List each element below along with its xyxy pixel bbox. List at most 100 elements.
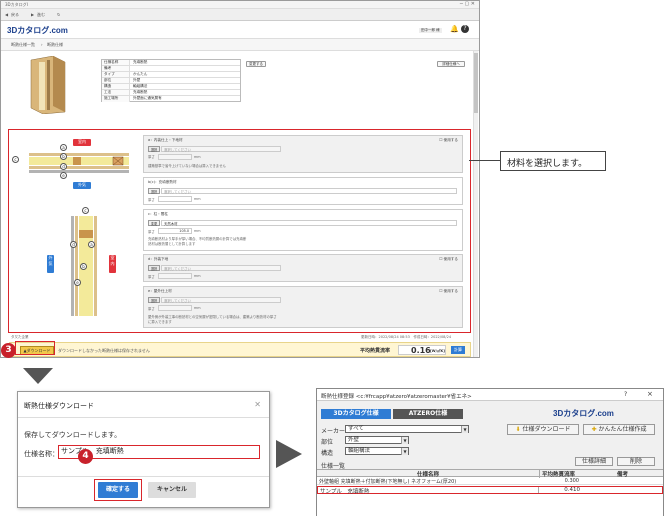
- info-key: 部位: [102, 78, 130, 83]
- dialog-title: 断熱仕様ダウンロード: [24, 402, 94, 410]
- forward-icon[interactable]: ▶: [31, 12, 34, 17]
- chevron-down-icon[interactable]: ▼: [401, 448, 408, 455]
- scrollbar-thumb[interactable]: [474, 53, 478, 113]
- struct-select[interactable]: 軸組構法 ▼: [345, 447, 409, 455]
- easy-spec-label: かんたん仕様作成: [598, 426, 647, 433]
- info-key: 構造: [102, 84, 130, 89]
- table-row[interactable]: 外壁軸組 充填断熱＋付加断熱(下地無し) ネオフォーム(厚20) 0.300: [317, 478, 663, 485]
- sub-title: 断熱仕様登録 <c:¥frcapp¥atzero¥atzeromaster¥省エ…: [321, 394, 472, 400]
- tab-atzero[interactable]: ATZERO仕様: [393, 409, 463, 419]
- struct-label: 構造: [321, 450, 334, 457]
- cancel-button[interactable]: キャンセル: [148, 482, 196, 498]
- easy-spec-button[interactable]: ✚ かんたん仕様作成: [583, 424, 655, 435]
- browser-toolbar: ◀ 戻る ▶ 進む ↻: [1, 9, 479, 21]
- avg-value: 0.16: [411, 346, 431, 355]
- col-avg: 平均熱貫流率: [539, 470, 589, 478]
- part-select[interactable]: 外壁 ▼: [345, 436, 409, 444]
- back-icon[interactable]: ◀: [5, 12, 8, 17]
- row-value: 0.300: [564, 478, 579, 484]
- chevron-down-icon[interactable]: ▼: [401, 437, 408, 444]
- material-highlight-box: [8, 129, 471, 333]
- app-header: 3Dカタログ.com 田中一郎 様 🔔 ?: [1, 21, 479, 39]
- struct-value: 軸組構法: [348, 448, 371, 454]
- right-arrow: [276, 440, 302, 470]
- browser-window: 3DカタログI ─ ▢ ✕ ◀ 戻る ▶ 進む ↻ 3Dカタログ.com 田中一…: [0, 0, 480, 358]
- info-key: 仕様名称: [102, 60, 130, 65]
- sub-title-bar: 断熱仕様登録 <c:¥frcapp¥atzero¥atzeromaster¥省エ…: [317, 389, 663, 401]
- plus-icon: ✚: [591, 426, 597, 433]
- close-icon[interactable]: ✕: [254, 400, 261, 409]
- spec-download-label: 仕様ダウンロード: [522, 426, 571, 433]
- calc-button[interactable]: 計算: [451, 346, 465, 354]
- name-label: 仕様名称：: [24, 450, 59, 458]
- info-key: 施工場所: [102, 96, 130, 102]
- table-header: 仕様名称 平均熱貫流率 備考: [317, 470, 663, 478]
- meta-left: タ又た企業: [11, 335, 29, 339]
- down-arrow: [23, 368, 53, 386]
- spec-list-table: 仕様名称 平均熱貫流率 備考 外壁軸組 充填断熱＋付加断熱(下地無し) ネオフォ…: [317, 469, 663, 516]
- divider: [18, 476, 269, 477]
- info-value: 軸組構法: [133, 84, 148, 88]
- window-controls[interactable]: ─ ▢ ✕: [460, 1, 475, 7]
- crumb-separator: ›: [41, 42, 43, 47]
- change-button[interactable]: 変更する: [246, 61, 266, 67]
- bell-icon[interactable]: 🔔: [450, 25, 459, 33]
- spec-detail-button[interactable]: 仕様詳細: [575, 457, 613, 466]
- download-dialog: 断熱仕様ダウンロード ✕ 保存してダウンロードします。 仕様名称： サンプル 充…: [17, 391, 270, 508]
- tab-3d-catalog[interactable]: 3Dカタログ仕様: [321, 409, 391, 419]
- callout-box: 材料を選択します。: [500, 151, 606, 171]
- info-key: 備考: [102, 66, 130, 71]
- detail-spec-button[interactable]: 詳細仕様へ: [437, 61, 465, 67]
- info-value: かんたん: [133, 72, 148, 76]
- user-name[interactable]: 田中一郎 様: [419, 28, 442, 33]
- maker-value: すべて: [348, 426, 364, 432]
- crumb-spec: 断熱仕様: [47, 42, 63, 47]
- window-title: 3DカタログI: [5, 2, 28, 7]
- scrollbar[interactable]: [473, 51, 478, 357]
- info-value: [130, 66, 133, 71]
- forward-label[interactable]: 進む: [37, 12, 45, 18]
- info-key: 工法: [102, 90, 130, 95]
- meta-dates: 更新日時：2022/08/24 08:53 作成日時：2022/08/24: [361, 335, 452, 339]
- download-message: ダウンロードしなかった断熱仕様は保存されません: [58, 348, 150, 353]
- wall-thumbnail: [23, 55, 73, 115]
- col-note: 備考: [617, 472, 629, 478]
- avg-unit: [W/㎡K]: [430, 349, 445, 353]
- sub-logo: 3Dカタログ.com: [553, 409, 614, 418]
- row-name: サンプル 充填断熱: [320, 489, 370, 495]
- row-value: 0.410: [564, 487, 580, 493]
- step-4-marker: 4: [78, 449, 93, 464]
- delete-button[interactable]: 削除: [617, 457, 655, 466]
- crumb-spec-list[interactable]: 断熱仕様一覧: [11, 42, 35, 48]
- maker-label: メーカー: [321, 428, 346, 435]
- insulation-register-window: 断熱仕様登録 <c:¥frcapp¥atzero¥atzeromaster¥省エ…: [316, 388, 664, 516]
- breadcrumb: 断熱仕様一覧 › 断熱仕様: [1, 39, 479, 51]
- row-name: 外壁軸組 充填断熱＋付加断熱(下地無し) ネオフォーム(厚20): [319, 479, 457, 485]
- maker-select[interactable]: すべて ▼: [345, 425, 469, 433]
- part-value: 外壁: [348, 437, 360, 443]
- info-value: 充填断熱: [133, 90, 148, 94]
- avg-label: 平均熱貫流率: [360, 348, 391, 354]
- info-value: 外壁: [133, 78, 141, 82]
- logo[interactable]: 3Dカタログ.com: [7, 25, 68, 36]
- table-row-selected[interactable]: サンプル 充填断熱 0.410: [317, 486, 663, 495]
- divider: [18, 417, 269, 418]
- footer-bar: ▲ダウンロード ダウンロードしなかった断熱仕様は保存されません 平均熱貫流率 0…: [9, 342, 471, 357]
- info-value: 充填断熱: [133, 60, 148, 64]
- dialog-message: 保存してダウンロードします。: [24, 431, 122, 439]
- help-button[interactable]: ?: [624, 391, 627, 398]
- title-bar: 3DカタログI ─ ▢ ✕: [1, 1, 479, 9]
- confirm-highlight-box: [94, 479, 142, 501]
- callout-line: [469, 160, 503, 161]
- step-3-marker: 3: [1, 343, 16, 358]
- info-row: 施工場所 外壁面に通気層有: [102, 96, 240, 102]
- help-icon[interactable]: ?: [461, 25, 469, 33]
- close-icon[interactable]: ×: [647, 390, 653, 398]
- download-icon: ⬇: [515, 426, 521, 433]
- back-label[interactable]: 戻る: [11, 12, 19, 18]
- chevron-down-icon[interactable]: ▼: [461, 426, 468, 433]
- part-label: 部位: [321, 439, 334, 446]
- refresh-icon[interactable]: ↻: [57, 12, 60, 17]
- avg-value-box: 0.16 [W/㎡K]: [398, 345, 446, 355]
- spec-download-button[interactable]: ⬇ 仕様ダウンロード: [507, 424, 579, 435]
